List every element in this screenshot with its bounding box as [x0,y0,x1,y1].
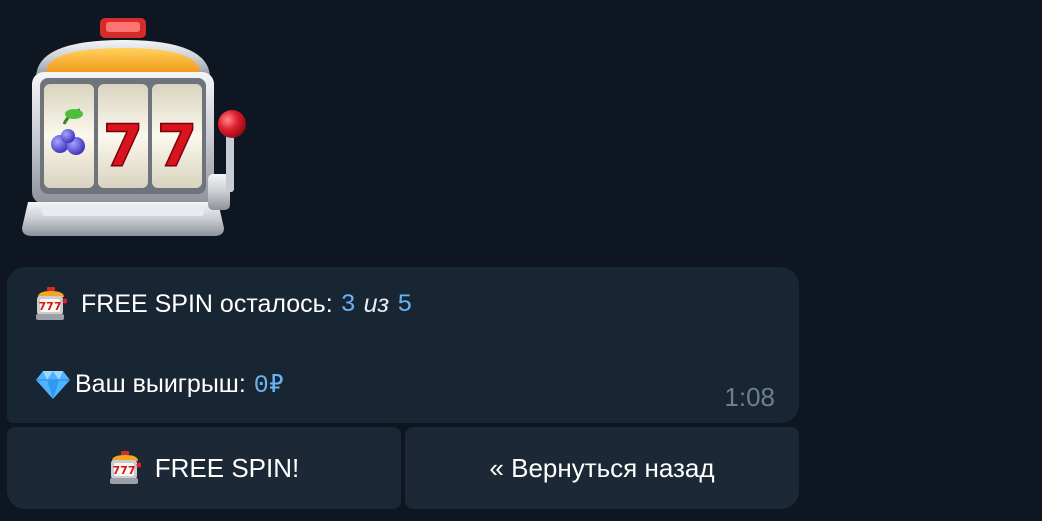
slot-machine-icon: 777 [109,451,141,485]
svg-text:777: 777 [112,464,135,477]
of-word: из [363,289,390,318]
back-button-label: « Вернуться назад [489,452,715,483]
free-spin-button[interactable]: 777 FREE SPIN! [7,427,401,509]
back-button[interactable]: « Вернуться назад [405,427,799,509]
spins-total-value: 5 [397,289,413,319]
slot-machine-icon: 777 [35,287,67,321]
slot-machine-sticker[interactable]: 7 7 [18,14,254,246]
message-time: 1:08 [724,382,775,412]
bot-message: 777 FREE SPIN осталось: 3 из 5 Ваш выигр… [7,267,799,423]
slot-machine-icon: 7 7 [22,18,246,236]
svg-text:7: 7 [103,112,143,180]
gem-icon [35,367,71,401]
winnings-line: Ваш выигрыш: 0₽ [35,367,284,401]
free-spins-label: FREE SPIN осталось: [81,289,333,318]
winnings-value: 0₽ [253,370,284,400]
free-spin-button-label: FREE SPIN! [154,452,300,483]
spins-left-value: 3 [340,289,356,319]
svg-text:777: 777 [39,300,62,313]
svg-text:7: 7 [157,112,197,180]
winnings-label: Ваш выигрыш: [75,369,246,398]
free-spins-line: 777 FREE SPIN осталось: 3 из 5 [35,287,412,321]
